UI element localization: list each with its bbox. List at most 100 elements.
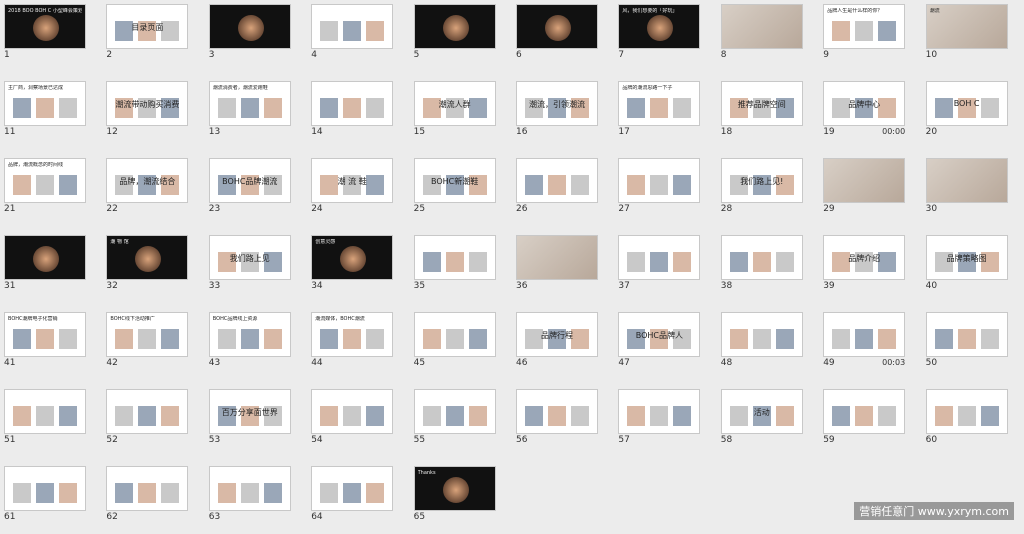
slide-preview[interactable] [618, 389, 701, 434]
slide-thumbnail-56[interactable]: 56 [512, 385, 602, 457]
slide-preview[interactable]: 主厂商，洞察场景已达成 [4, 81, 86, 126]
slide-preview[interactable] [925, 312, 1008, 357]
slide-thumbnail-62[interactable]: 62 [102, 462, 192, 534]
slide-preview[interactable]: 推荐品牌空间 [720, 81, 803, 126]
slide-preview[interactable] [516, 389, 598, 434]
slide-thumbnail-40[interactable]: 品牌策略图 40 [922, 231, 1012, 303]
slide-thumbnail-51[interactable]: 51 [0, 385, 90, 457]
slide-preview[interactable] [413, 312, 496, 357]
slide-thumbnail-11[interactable]: 主厂商，洞察场景已达成 11 [0, 77, 90, 149]
slide-preview[interactable]: BOHC线下活动推广 [106, 312, 189, 357]
slide-thumbnail-46[interactable]: 品牌行程 46 [512, 308, 602, 380]
slide-thumbnail-65[interactable]: Thanks 65 [410, 462, 500, 534]
slide-thumbnail-26[interactable]: 26 [512, 154, 602, 226]
slide-thumbnail-58[interactable]: 活动 58 [717, 385, 807, 457]
slide-thumbnail-15[interactable]: 潮流人群 15 [410, 77, 500, 149]
slide-preview[interactable] [106, 389, 189, 434]
slide-thumbnail-20[interactable]: BOH C 20 [922, 77, 1012, 149]
slide-thumbnail-21[interactable]: 品牌，潮流概念的时间线 21 [0, 154, 90, 226]
slide-thumbnail-12[interactable]: 潮流带动购买消费 12 [102, 77, 192, 149]
slide-preview[interactable]: 创意灵感 [311, 235, 394, 280]
slide-preview[interactable]: 品牌行程 [516, 312, 598, 357]
slide-thumbnail-14[interactable]: 14 [307, 77, 397, 149]
slide-preview[interactable]: 潮流，引领潮流 [516, 81, 598, 126]
slide-thumbnail-37[interactable]: 37 [614, 231, 704, 303]
slide-thumbnail-18[interactable]: 推荐品牌空间 18 [717, 77, 807, 149]
slide-preview[interactable]: BOHC品牌人 [618, 312, 701, 357]
slide-thumbnail-64[interactable]: 64 [307, 462, 397, 534]
slide-preview[interactable] [413, 389, 496, 434]
slide-preview[interactable] [311, 81, 394, 126]
slide-thumbnail-31[interactable]: 31 [0, 231, 90, 303]
slide-preview[interactable] [516, 158, 598, 203]
slide-thumbnail-34[interactable]: 创意灵感 34 [307, 231, 397, 303]
slide-preview[interactable] [311, 466, 394, 511]
slide-preview[interactable]: 目录页面 [106, 4, 189, 49]
slide-thumbnail-28[interactable]: 我们路上见! 28 [717, 154, 807, 226]
slide-preview[interactable] [925, 158, 1008, 203]
slide-thumbnail-45[interactable]: 45 [410, 308, 500, 380]
slide-thumbnail-33[interactable]: 我们路上见 33 [205, 231, 295, 303]
slide-thumbnail-44[interactable]: 潮流媒体，BOHC潮流 44 [307, 308, 397, 380]
slide-thumbnail-1[interactable]: 2018 BOO BOH C 小型峰会策划方案 1 [0, 0, 90, 72]
slide-thumbnail-43[interactable]: BOHC品牌线上资源 43 [205, 308, 295, 380]
slide-thumbnail-24[interactable]: 潮 流 鞋 24 [307, 154, 397, 226]
slide-preview[interactable]: BOHC潮牌电子化营销 [4, 312, 86, 357]
slide-preview[interactable]: 潮流带动购买消费 [106, 81, 189, 126]
slide-preview[interactable]: BOHC品牌线上资源 [208, 312, 291, 357]
slide-preview[interactable] [516, 4, 598, 49]
slide-thumbnail-57[interactable]: 57 [614, 385, 704, 457]
slide-thumbnail-23[interactable]: BOHC品牌潮流 23 [205, 154, 295, 226]
slide-thumbnail-48[interactable]: 48 [717, 308, 807, 380]
slide-preview[interactable]: BOHC新潮鞋 [413, 158, 496, 203]
slide-preview[interactable] [413, 4, 496, 49]
slide-thumbnail-47[interactable]: BOHC品牌人 47 [614, 308, 704, 380]
slide-preview[interactable] [106, 466, 189, 511]
slide-preview[interactable] [720, 4, 803, 49]
slide-preview[interactable]: BOHC品牌潮流 [208, 158, 291, 203]
slide-preview[interactable]: 品牌中心 [823, 81, 906, 126]
slide-thumbnail-16[interactable]: 潮流，引领潮流 16 [512, 77, 602, 149]
slide-preview[interactable]: 潮流人群 [413, 81, 496, 126]
slide-thumbnail-6[interactable]: 6 [512, 0, 602, 72]
slide-thumbnail-9[interactable]: 品牌人生是什么样的你？ 9 [819, 0, 909, 72]
slide-thumbnail-55[interactable]: 55 [410, 385, 500, 457]
slide-preview[interactable]: Thanks [413, 466, 496, 511]
slide-preview[interactable] [4, 389, 86, 434]
slide-preview[interactable] [618, 158, 701, 203]
slide-preview[interactable]: 品牌，潮流概念的时间线 [4, 158, 86, 203]
slide-preview[interactable]: BOH C [925, 81, 1008, 126]
slide-thumbnail-52[interactable]: 52 [102, 385, 192, 457]
slide-preview[interactable] [4, 235, 86, 280]
slide-thumbnail-19[interactable]: 品牌中心 19 00:00 [819, 77, 909, 149]
slide-thumbnail-10[interactable]: 潮流 10 [922, 0, 1012, 72]
slide-thumbnail-53[interactable]: 百万分享面世界 53 [205, 385, 295, 457]
slide-preview[interactable]: 品牌，潮流结合 [106, 158, 189, 203]
slide-preview[interactable]: 百万分享面世界 [208, 389, 291, 434]
slide-preview[interactable]: 潮流媒体，BOHC潮流 [311, 312, 394, 357]
slide-preview[interactable] [208, 4, 291, 49]
slide-thumbnail-42[interactable]: BOHC线下活动推广 42 [102, 308, 192, 380]
slide-thumbnail-36[interactable]: 36 [512, 231, 602, 303]
slide-preview[interactable] [925, 389, 1008, 434]
slide-preview[interactable]: 我们路上见! [720, 158, 803, 203]
slide-thumbnail-5[interactable]: 5 [410, 0, 500, 72]
slide-thumbnail-50[interactable]: 50 [922, 308, 1012, 380]
slide-thumbnail-13[interactable]: 潮流消费者，潮流爱跑鞋 13 [205, 77, 295, 149]
slide-thumbnail-3[interactable]: 3 [205, 0, 295, 72]
slide-thumbnail-8[interactable]: 8 [717, 0, 807, 72]
slide-preview[interactable] [823, 312, 906, 357]
slide-preview[interactable] [311, 4, 394, 49]
slide-preview[interactable] [720, 312, 803, 357]
slide-thumbnail-49[interactable]: 49 00:03 [819, 308, 909, 380]
slide-thumbnail-2[interactable]: 目录页面 2 [102, 0, 192, 72]
slide-preview[interactable] [618, 235, 701, 280]
slide-preview[interactable]: 风，我们想要的「好玩」 [618, 4, 701, 49]
slide-preview[interactable] [823, 389, 906, 434]
slide-preview[interactable] [208, 466, 291, 511]
slide-thumbnail-35[interactable]: 35 [410, 231, 500, 303]
slide-thumbnail-32[interactable]: 潮 物 馆 32 [102, 231, 192, 303]
slide-thumbnail-17[interactable]: 品牌的潮流思路一下子 17 [614, 77, 704, 149]
slide-thumbnail-27[interactable]: 27 [614, 154, 704, 226]
slide-thumbnail-29[interactable]: 29 [819, 154, 909, 226]
